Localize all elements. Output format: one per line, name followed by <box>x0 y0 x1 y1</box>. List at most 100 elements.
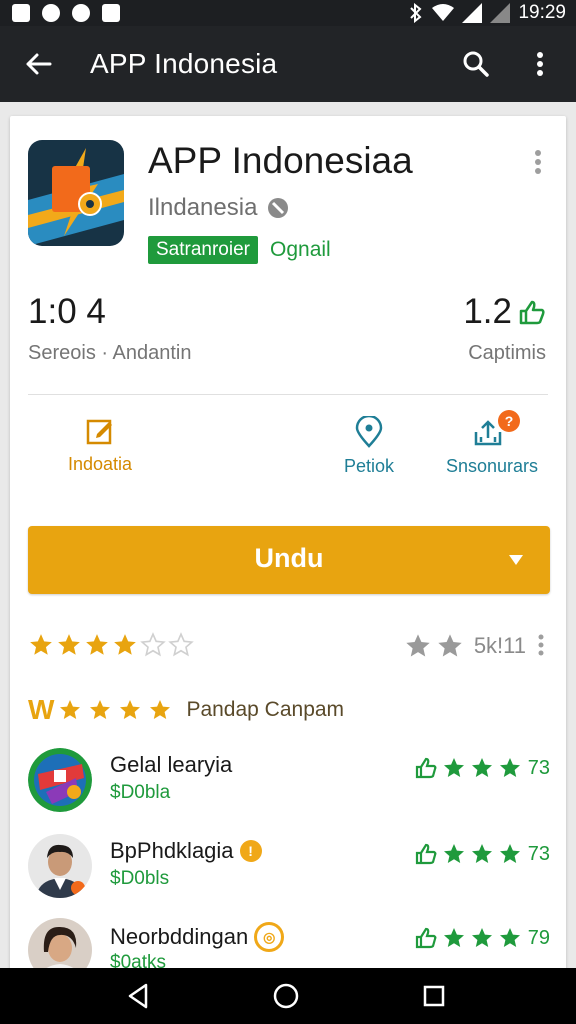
app-bar-title: APP Indonesia <box>90 48 278 79</box>
signal-empty-icon <box>490 3 511 23</box>
nav-back-button[interactable] <box>118 980 158 1012</box>
status-left-icons <box>12 4 120 22</box>
star-filled-icon <box>499 844 520 863</box>
star-filled-icon <box>499 928 520 947</box>
reviews-logo: W <box>28 694 54 725</box>
star-grey-icon <box>438 634 462 657</box>
more-vertical-icon <box>535 150 541 174</box>
verified-developer-icon <box>268 198 289 218</box>
thumbs-up-icon <box>415 927 437 949</box>
rating-summary: 5k!11 <box>404 632 526 660</box>
install-button[interactable]: Undu <box>28 526 550 594</box>
nav-home-button[interactable] <box>266 980 306 1012</box>
reviews-header: W Pandap Canpam <box>28 694 344 726</box>
star-filled-icon <box>60 700 81 719</box>
back-button[interactable] <box>18 46 58 82</box>
status-bar: 19:29 <box>0 0 576 26</box>
avatar[interactable] <box>28 748 92 812</box>
card-more-button[interactable] <box>526 144 550 180</box>
rating-more-button[interactable] <box>534 632 548 658</box>
action-petiok[interactable]: Petiok <box>344 416 394 477</box>
review-score: 73 <box>527 842 550 865</box>
thumbs-up-icon <box>415 757 437 779</box>
reviews-title: Pandap Canpam <box>186 698 345 721</box>
star-filled-icon <box>150 700 171 719</box>
rating-row: 5k!11 <box>28 628 548 662</box>
avatar[interactable] <box>28 834 92 898</box>
gallery-icon <box>12 4 30 22</box>
action-label: Indoatia <box>68 454 133 474</box>
verified-badge-icon: ! <box>239 840 262 862</box>
nav-back-icon <box>128 983 148 1009</box>
more-options-button[interactable] <box>524 46 556 82</box>
messenger-icon <box>42 4 60 22</box>
nav-recents-icon <box>423 985 445 1007</box>
star-empty-icon <box>168 632 194 657</box>
badge-row: Satranroier Ognail <box>148 236 331 264</box>
star-filled-icon <box>471 928 492 947</box>
star-filled-icon <box>443 844 464 863</box>
reviewer-name: Gelal learyia <box>110 752 232 778</box>
reviewer-subtitle: $D0bls <box>110 868 170 889</box>
thumbs-up-icon <box>415 843 437 865</box>
action-indoatia[interactable]: Indoatia <box>68 416 132 475</box>
search-icon <box>463 51 489 77</box>
drop-icon <box>72 4 90 22</box>
location-pin-icon <box>355 416 383 448</box>
more-vertical-icon <box>538 634 544 656</box>
search-button[interactable] <box>456 46 496 82</box>
app-name: APP Indonesiaa <box>148 140 413 181</box>
notification-badge: ? <box>498 410 521 432</box>
install-dropdown-button[interactable] <box>504 550 528 570</box>
review-item[interactable]: Neorbddingan ◎ $0atks 79 <box>28 918 550 968</box>
review-rating: 79 <box>414 926 550 950</box>
star-filled-icon <box>30 634 52 655</box>
rating-stars[interactable] <box>28 632 194 658</box>
avatar[interactable] <box>28 918 92 968</box>
app-details-card: APP Indonesiaa Ilndanesia Satranroier Og… <box>10 116 566 968</box>
app-icon[interactable] <box>28 140 124 246</box>
reviewer-name: BpPhdklagia ! <box>110 838 262 864</box>
thumbs-up-icon <box>519 300 545 325</box>
developer-row[interactable]: Ilndanesia <box>148 194 289 222</box>
star-filled-icon <box>499 758 520 777</box>
rating-count: 5k!11 <box>473 633 526 658</box>
verified-badge-icon: ◎ <box>254 922 285 952</box>
edit-icon <box>86 419 113 445</box>
star-filled-icon <box>443 758 464 777</box>
status-right-icons: 19:29 <box>408 2 566 24</box>
reviewer-subtitle: $0atks <box>110 952 166 968</box>
review-score: 79 <box>527 926 550 949</box>
action-label: Snsonurars <box>446 456 539 476</box>
star-grey-icon <box>406 634 430 657</box>
original-label: Ognail <box>270 238 331 261</box>
install-label: Undu <box>254 543 324 573</box>
nav-recents-button[interactable] <box>414 980 454 1012</box>
reviewer-subtitle: $D0bla <box>110 782 171 803</box>
review-item[interactable]: BpPhdklagia ! $D0bls 73 <box>28 834 550 898</box>
divider <box>28 394 548 395</box>
reviewer-name: Neorbddingan ◎ <box>110 922 285 952</box>
downloads-value: 1:0 4 <box>28 292 106 331</box>
nav-home-icon <box>273 983 299 1009</box>
rating-value: 1.2 <box>463 292 512 331</box>
content-area: APP Indonesiaa Ilndanesia Satranroier Og… <box>0 102 576 968</box>
star-filled-icon <box>471 758 492 777</box>
notification-icon <box>102 4 120 22</box>
reviewer-name-text: Neorbddingan <box>110 924 249 949</box>
star-filled-icon <box>86 634 108 655</box>
category-badge[interactable]: Satranroier <box>148 236 258 264</box>
system-nav-bar <box>0 968 576 1024</box>
action-snsonurars[interactable]: ? Snsonurars <box>446 410 539 477</box>
app-bar: APP Indonesia <box>0 26 576 102</box>
review-item[interactable]: Gelal learyia $D0bla 73 <box>28 748 550 812</box>
star-filled-icon <box>114 634 136 655</box>
more-vertical-icon <box>537 52 543 76</box>
developer-name[interactable]: Ilndanesia <box>148 194 257 222</box>
downloads-label: Sereois · Andantin <box>28 342 192 364</box>
review-rating: 73 <box>414 842 550 866</box>
chevron-down-icon <box>509 555 523 565</box>
signal-icon <box>462 3 483 23</box>
star-filled-icon <box>120 700 141 719</box>
review-rating: 73 <box>414 756 550 780</box>
